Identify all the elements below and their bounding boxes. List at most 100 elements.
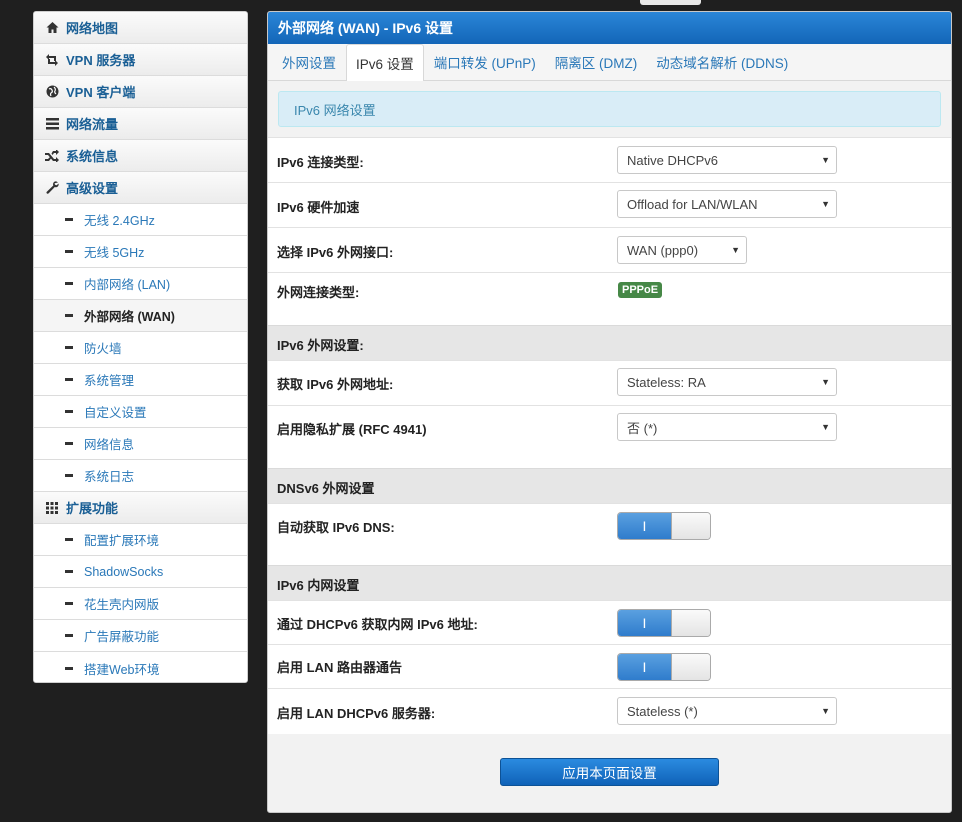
sidebar-item-lan[interactable]: 内部网络 (LAN) bbox=[34, 268, 247, 300]
sidebar-item-label: 无线 5GHz bbox=[84, 246, 145, 260]
get-ipv6-addr-select[interactable]: Stateless: RA ▼ bbox=[617, 368, 837, 396]
sidebar-item-network-map[interactable]: 网络地图 bbox=[34, 12, 247, 44]
sidebar-item-oray[interactable]: 花生壳内网版 bbox=[34, 588, 247, 620]
toggle-off-side bbox=[671, 513, 710, 539]
dash-icon bbox=[65, 442, 73, 445]
lan-dhcpv6-server-select[interactable]: Stateless (*) ▼ bbox=[617, 697, 837, 725]
ipv6-conn-type-label: IPv6 连接类型: bbox=[277, 155, 364, 170]
dash-icon bbox=[65, 250, 73, 253]
row-ipv6-wan-if: 选择 IPv6 外网接口: WAN (ppp0) ▼ bbox=[268, 227, 951, 272]
apply-settings-button[interactable]: 应用本页面设置 bbox=[500, 758, 719, 786]
sidebar-item-extensions[interactable]: 扩展功能 bbox=[34, 492, 247, 524]
home-icon bbox=[45, 21, 59, 35]
caret-down-icon: ▼ bbox=[821, 199, 830, 209]
sidebar-item-wireless-24[interactable]: 无线 2.4GHz bbox=[34, 204, 247, 236]
sidebar-item-vpn-client[interactable]: VPN 客户端 bbox=[34, 76, 247, 108]
ipv6-wan-if-label: 选择 IPv6 外网接口: bbox=[277, 245, 394, 260]
dash-icon bbox=[65, 634, 73, 637]
sidebar-item-label: 无线 2.4GHz bbox=[84, 214, 155, 228]
ipv6-hw-accel-select[interactable]: Offload for LAN/WLAN ▼ bbox=[617, 190, 837, 218]
top-tab-handle[interactable] bbox=[640, 0, 701, 5]
sidebar-item-admin[interactable]: 系统管理 bbox=[34, 364, 247, 396]
retweet-icon bbox=[45, 53, 59, 67]
sidebar-menu: 网络地图 VPN 服务器 VPN 客户端 网络流量 系统信息 高级设置 无线 2… bbox=[33, 11, 248, 683]
sidebar-item-wan[interactable]: 外部网络 (WAN) bbox=[34, 300, 247, 332]
auto-dns-toggle[interactable]: I bbox=[617, 512, 711, 540]
sidebar-item-label: 网络地图 bbox=[66, 21, 119, 36]
ipv6-wan-if-select[interactable]: WAN (ppp0) ▼ bbox=[617, 236, 747, 264]
sidebar-item-custom[interactable]: 自定义设置 bbox=[34, 396, 247, 428]
tab-ipv6-settings[interactable]: IPv6 设置 bbox=[346, 44, 424, 81]
select-value: Native DHCPv6 bbox=[627, 152, 719, 168]
tab-port-forward[interactable]: 端口转发 (UPnP) bbox=[425, 44, 545, 80]
caret-down-icon: ▼ bbox=[821, 377, 830, 387]
globe-icon bbox=[45, 85, 59, 99]
toggle-off-side bbox=[671, 654, 710, 680]
dash-icon bbox=[65, 282, 73, 285]
sidebar-item-label: 外部网络 (WAN) bbox=[84, 310, 175, 324]
sidebar-item-traffic[interactable]: 网络流量 bbox=[34, 108, 247, 140]
caret-down-icon: ▼ bbox=[731, 245, 740, 255]
ipv6-conn-type-select[interactable]: Native DHCPv6 ▼ bbox=[617, 146, 837, 174]
select-value: 否 (*) bbox=[627, 420, 658, 436]
row-ipv6-hw-accel: IPv6 硬件加速 Offload for LAN/WLAN ▼ bbox=[268, 182, 951, 227]
wrench-icon bbox=[45, 181, 59, 195]
privacy-ext-select[interactable]: 否 (*) ▼ bbox=[617, 413, 837, 441]
toggle-off-side bbox=[671, 610, 710, 636]
sidebar-item-wireless-5[interactable]: 无线 5GHz bbox=[34, 236, 247, 268]
dash-icon bbox=[65, 570, 73, 573]
sidebar-item-web-env[interactable]: 搭建Web环境 bbox=[34, 652, 247, 682]
sidebar-item-ext-env[interactable]: 配置扩展环境 bbox=[34, 524, 247, 556]
row-wan-conn-type: 外网连接类型: PPPoE bbox=[268, 272, 951, 325]
wan-conn-type-label: 外网连接类型: bbox=[277, 285, 360, 300]
sidebar-item-adblock[interactable]: 广告屏蔽功能 bbox=[34, 620, 247, 652]
shuffle-icon bbox=[45, 149, 59, 163]
get-ipv6-addr-label: 获取 IPv6 外网地址: bbox=[277, 377, 394, 392]
pppoe-badge: PPPoE bbox=[618, 282, 663, 298]
sidebar-item-system-info[interactable]: 系统信息 bbox=[34, 140, 247, 172]
select-value: WAN (ppp0) bbox=[627, 242, 699, 258]
sidebar-item-syslog[interactable]: 系统日志 bbox=[34, 460, 247, 492]
row-ipv6-conn-type: IPv6 连接类型: Native DHCPv6 ▼ bbox=[268, 137, 951, 182]
lan-ra-label: 启用 LAN 路由器通告 bbox=[277, 660, 402, 675]
dash-icon bbox=[65, 410, 73, 413]
toggle-on-indicator: I bbox=[618, 513, 671, 539]
sidebar-item-label: 系统信息 bbox=[66, 149, 119, 164]
dash-icon bbox=[65, 602, 73, 605]
privacy-ext-label: 启用隐私扩展 (RFC 4941) bbox=[277, 422, 427, 437]
tab-bar: 外网设置 IPv6 设置 端口转发 (UPnP) 隔离区 (DMZ) 动态域名解… bbox=[268, 44, 951, 81]
dash-icon bbox=[65, 218, 73, 221]
sidebar-item-network-info[interactable]: 网络信息 bbox=[34, 428, 247, 460]
sidebar-item-label: 广告屏蔽功能 bbox=[84, 630, 160, 644]
sidebar-item-advanced[interactable]: 高级设置 bbox=[34, 172, 247, 204]
dash-icon bbox=[65, 474, 73, 477]
lan-ra-toggle[interactable]: I bbox=[617, 653, 711, 681]
sidebar-item-label: 内部网络 (LAN) bbox=[84, 278, 171, 292]
dhcpv6-addr-toggle[interactable]: I bbox=[617, 609, 711, 637]
lan-dhcpv6-server-label: 启用 LAN DHCPv6 服务器: bbox=[277, 706, 436, 721]
sidebar-item-vpn-server[interactable]: VPN 服务器 bbox=[34, 44, 247, 76]
sidebar-item-shadowsocks[interactable]: ShadowSocks bbox=[34, 556, 247, 588]
tab-wan-settings[interactable]: 外网设置 bbox=[273, 44, 345, 80]
sidebar-item-label: VPN 客户端 bbox=[66, 85, 136, 100]
sidebar-item-label: 网络信息 bbox=[84, 438, 135, 452]
sidebar-item-label: 网络流量 bbox=[66, 117, 119, 132]
toggle-on-indicator: I bbox=[618, 654, 671, 680]
ipv6-hw-accel-label: IPv6 硬件加速 bbox=[277, 200, 360, 215]
row-get-ipv6-addr: 获取 IPv6 外网地址: Stateless: RA ▼ bbox=[268, 360, 951, 405]
dhcpv6-addr-label: 通过 DHCPv6 获取内网 IPv6 地址: bbox=[277, 617, 478, 632]
select-value: Offload for LAN/WLAN bbox=[627, 196, 758, 212]
section-ipv6-wan: IPv6 外网设置: bbox=[268, 325, 951, 360]
auto-dns-label: 自动获取 IPv6 DNS: bbox=[277, 520, 395, 535]
tab-dmz[interactable]: 隔离区 (DMZ) bbox=[546, 44, 646, 80]
sidebar-item-firewall[interactable]: 防火墙 bbox=[34, 332, 247, 364]
caret-down-icon: ▼ bbox=[821, 155, 830, 165]
row-privacy-ext: 启用隐私扩展 (RFC 4941) 否 (*) ▼ bbox=[268, 405, 951, 468]
sidebar-item-label: 高级设置 bbox=[66, 181, 119, 196]
select-value: Stateless: RA bbox=[627, 374, 706, 390]
sidebar-item-label: 搭建Web环境 bbox=[84, 662, 160, 677]
sidebar-item-label: 自定义设置 bbox=[84, 406, 147, 420]
sidebar-item-label: ShadowSocks bbox=[84, 564, 164, 579]
list-icon bbox=[45, 117, 59, 131]
tab-ddns[interactable]: 动态域名解析 (DDNS) bbox=[647, 44, 797, 80]
